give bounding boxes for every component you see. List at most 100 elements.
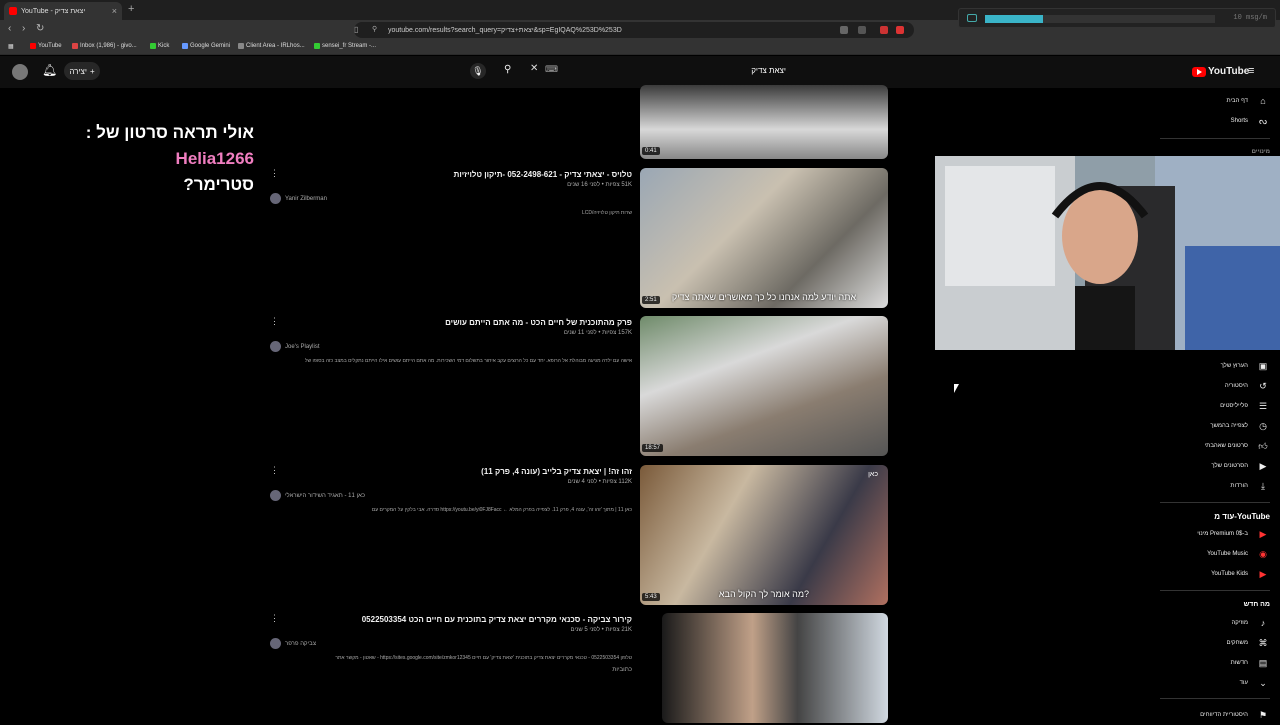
video-info: קירור צביקה - סכנאי מקררים יצאת צדיק בתו… (270, 615, 632, 673)
channel-avatar[interactable] (270, 490, 281, 501)
forward-icon[interactable]: › (22, 23, 25, 34)
sidebar-divider (1160, 502, 1270, 503)
menu-icon[interactable]: ≡ (1248, 65, 1254, 77)
video-caption: אתה יודע למה אנחנו כל כך מאושרים שאתה צד… (671, 292, 857, 302)
video-title[interactable]: זהו זה! | יצאת צדיק בלייב (עונה 4, פרק 1… (270, 467, 632, 476)
video-title[interactable]: קירור צביקה - סכנאי מקררים יצאת צדיק בתו… (270, 615, 632, 624)
new-tab-icon[interactable]: + (128, 3, 134, 15)
sidebar-item-shorts[interactable]: Shorts ᔓ (1160, 111, 1270, 131)
sidebar-divider (1160, 138, 1270, 139)
subscriptions-header[interactable]: מינויים (1252, 149, 1270, 155)
channel-name: Yanir Zilberman (285, 195, 327, 202)
bookmark-client-area[interactable]: Client Area - IRLhos... (238, 43, 305, 49)
sidebar-divider (1160, 698, 1270, 699)
search-icon[interactable]: ⚲ (504, 64, 511, 75)
cast-icon[interactable] (858, 26, 866, 34)
history-icon: ↺ (1259, 380, 1267, 391)
sidebar-item-your-videos[interactable]: הסרטונים שלך ▶ (1160, 456, 1270, 476)
video-thumbnail[interactable]: 18:57 (640, 316, 888, 456)
chat-rate-bar (985, 15, 1215, 23)
reload-icon[interactable]: ↻ (36, 23, 44, 34)
url-field[interactable]: ▯ ⚲ youtube.com/results?search_query=יצא… (354, 22, 914, 38)
video-thumbnail[interactable]: 0:41 (640, 85, 888, 159)
sidebar-item-liked[interactable]: סרטונים שאהבתי 👍︎ (1160, 436, 1270, 456)
bookmark-kick[interactable]: Kick (150, 43, 169, 49)
sidebar-item-music[interactable]: YouTube Music ◉ (1160, 544, 1270, 564)
whats-new-header: מה חדש (1243, 601, 1270, 608)
stream-overlay-question: אולי תראה סרטון של : Helia1266 סטרימר? (4, 120, 254, 198)
voice-search-icon[interactable]: 🎙︎ (470, 63, 486, 79)
video-thumbnail[interactable] (662, 613, 888, 723)
playlists-icon: ☰ (1258, 400, 1268, 411)
keyboard-icon[interactable]: ⌨ (545, 64, 558, 75)
video-channel[interactable]: כאן 11 - תאגיד השידור הישראלי (270, 490, 632, 501)
music-note-icon: ♪ (1260, 618, 1266, 628)
music-icon: ◉ (1259, 548, 1267, 559)
webcam-feed (935, 156, 1280, 350)
sidebar-label: עוד (1239, 680, 1248, 686)
translate-icon[interactable] (840, 26, 848, 34)
video-channel[interactable]: Yanir Zilberman (270, 193, 632, 204)
sidebar-item-kids[interactable]: YouTube Kids ▶ (1160, 564, 1270, 584)
more-from-youtube-header: עוד מ-YouTube (1214, 512, 1270, 521)
sidebar-item-music-explore[interactable]: מוזיקה ♪ (1160, 613, 1270, 633)
browser-tab[interactable]: YouTube - יצאת צדיק × (4, 2, 122, 20)
video-channel[interactable]: צביקה פרפר (270, 638, 632, 649)
video-info: פרק מהתוכנית של חיים הכט - מה אתם הייתם … (270, 318, 632, 364)
bookmark-youtube[interactable]: YouTube (30, 43, 62, 49)
video-description: אישה עם ילדה מגיעה מבוהלת אל הרופא. יחד … (304, 358, 632, 364)
sidebar-label: סרטונים שאהבתי (1204, 443, 1248, 449)
sidebar-item-your-channel[interactable]: הערוץ שלך ▣ (1160, 356, 1270, 376)
video-title[interactable]: פרק מהתוכנית של חיים הכט - מה אתם הייתם … (270, 318, 632, 327)
avatar[interactable] (12, 64, 28, 80)
video-channel[interactable]: Joe's Playlist (270, 341, 632, 352)
back-icon[interactable]: ‹ (8, 23, 11, 34)
video-title[interactable]: טלויס - יצאתי צדיק - 052-2498-621 -תיקון… (270, 170, 632, 179)
video-description: כאן 11 | מתוך 'זהו זה', עונה 4, פרק 11. … (371, 507, 632, 513)
sidebar-item-more[interactable]: עוד ⌄ (1160, 673, 1270, 693)
overlay-prefix: אולי תראה סרטון של : (85, 123, 254, 142)
youtube-logo[interactable]: YouTube (1192, 66, 1249, 77)
notifications-icon[interactable]: 🔔︎ (42, 63, 57, 77)
channel-avatar[interactable] (270, 638, 281, 649)
kan-logo: כאן (868, 471, 878, 478)
video-thumbnail[interactable]: כאן מה אומר לך הקול הבא? 5:43 (640, 465, 888, 605)
sidebar-item-playlists[interactable]: פלייליסטים ☰ (1160, 396, 1270, 416)
bookmark-star-icon[interactable]: ▯ (354, 25, 364, 34)
video-thumbnail[interactable]: אתה יודע למה אנחנו כל כך מאושרים שאתה צד… (640, 168, 888, 308)
sidebar-item-report-history[interactable]: היסטוריית הדיווחים ⚑ (1160, 705, 1270, 725)
sidebar-label: דף הבית (1226, 98, 1248, 104)
video-caption: מה אומר לך הקול הבא? (718, 589, 810, 599)
sidebar-item-history[interactable]: היסטוריה ↺ (1160, 376, 1270, 396)
channel-avatar[interactable] (270, 341, 281, 352)
apps-icon[interactable]: ▦ (8, 43, 14, 50)
create-button[interactable]: יצירה + (64, 62, 100, 80)
site-info-icon[interactable]: ⚲ (372, 25, 377, 33)
bookmark-sensei[interactable]: sensei_fr Stream -... (314, 43, 376, 49)
sidebar-item-news[interactable]: חדשות ▤ (1160, 653, 1270, 673)
extension-icon[interactable] (880, 26, 888, 34)
kids-icon: ▶ (1259, 568, 1267, 579)
sidebar-item-gaming[interactable]: משחקים ⌘ (1160, 633, 1270, 653)
search-input[interactable]: יצאת צדיק (700, 66, 786, 75)
youtube-header: 🔔︎ יצירה + 🎙︎ ⚲ ✕ ⌨ יצאת צדיק YouTube ≡ (0, 56, 1280, 88)
youtube-favicon-icon (9, 7, 17, 15)
clear-search-icon[interactable]: ✕ (530, 63, 538, 74)
shorts-icon: ᔓ (1258, 115, 1268, 126)
sidebar-label: הערוץ שלך (1220, 363, 1248, 369)
alert-icon[interactable] (896, 26, 904, 34)
sidebar-item-home[interactable]: דף הבית ⌂ (1160, 91, 1270, 111)
channel-name: Joe's Playlist (285, 343, 320, 350)
close-tab-icon[interactable]: × (112, 6, 117, 16)
sidebar-item-watch-later[interactable]: לצפייה בהמשך ◷ (1160, 416, 1270, 436)
video-meta: 21K צפיות • לפני 5 שנים (570, 627, 633, 633)
sidebar-item-premium[interactable]: מינוי Premium ב-0$ ▶ (1160, 524, 1270, 544)
video-description: שרות תיקון טלויזיה/LCD (581, 210, 632, 216)
bookmark-inbox[interactable]: Inbox (1,986) - givo... (72, 43, 137, 49)
sidebar-label: היסטוריה (1224, 383, 1248, 389)
video-duration: 0:41 (642, 147, 660, 155)
channel-avatar[interactable] (270, 193, 281, 204)
premium-icon: ▶ (1259, 528, 1267, 539)
sidebar-item-downloads[interactable]: הורדות ⤓ (1160, 476, 1270, 496)
bookmark-gemini[interactable]: Google Gemini (182, 43, 230, 49)
